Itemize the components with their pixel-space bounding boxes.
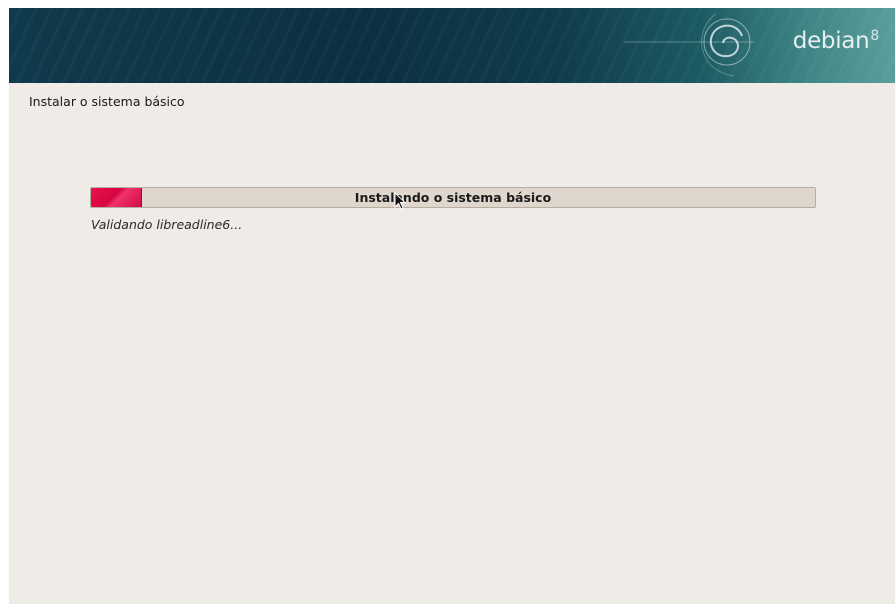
mouse-pointer-icon (394, 192, 406, 210)
debian-banner: debian8 (9, 8, 895, 83)
page-title: Instalar o sistema básico (29, 94, 185, 109)
status-text: Validando libreadline6... (91, 217, 243, 232)
banner-texture (9, 8, 895, 83)
debian-swirl-icon (624, 13, 754, 77)
debian-logo: debian8 (792, 28, 880, 54)
brand-name: debian (792, 28, 870, 54)
progress-bar: Instalando o sistema básico (90, 187, 816, 208)
brand-version: 8 (870, 28, 879, 44)
installer-window: debian8 Instalar o sistema básico Instal… (9, 8, 895, 604)
progress-label: Instalando o sistema básico (354, 190, 552, 205)
